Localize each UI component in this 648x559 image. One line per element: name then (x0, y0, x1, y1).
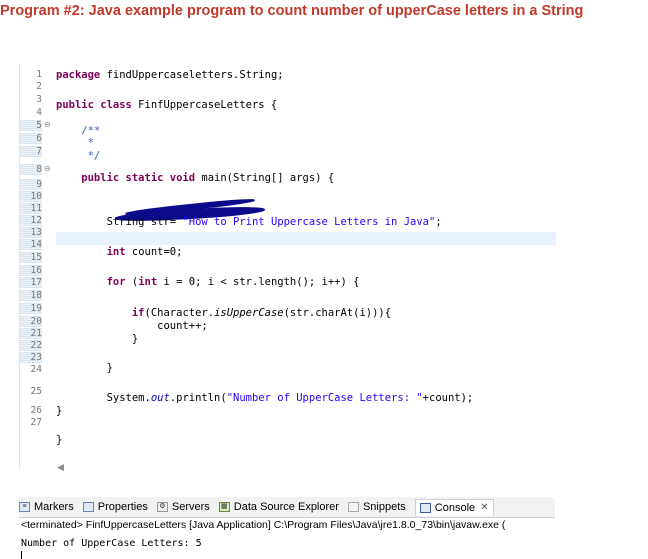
string-literal: "Number of UpperCase Letters: " (226, 392, 423, 404)
keyword: public class (56, 99, 132, 111)
code-line-1[interactable]: package findUppercaseletters.String; (56, 69, 284, 82)
code-line-18[interactable]: count++; (56, 320, 208, 333)
line-number: 16 (20, 265, 42, 276)
tab-snippets[interactable]: Snippets (347, 501, 406, 513)
line-number: 18 (20, 290, 42, 301)
code-line-6[interactable]: * (56, 137, 100, 150)
fold-collapse-icon[interactable]: ⊖ (44, 164, 51, 173)
servers-icon: ⚙ (156, 502, 168, 512)
code-line-3[interactable]: public class FinfUppercaseLetters { (56, 99, 277, 112)
line-number: 21 (20, 328, 42, 339)
code-line-19[interactable]: } (56, 333, 138, 346)
tab-console[interactable]: Console ✕ (414, 498, 494, 516)
line-number: 7 (20, 146, 42, 157)
code-text: count=0; (125, 246, 183, 258)
line-number: 19 (20, 303, 42, 314)
data-source-icon: ▦ (218, 502, 230, 512)
code-text: FinfUppercaseLetters { (131, 99, 278, 111)
line-number: 13 (20, 227, 42, 238)
code-text: findUppercaseletters.String; (100, 69, 284, 81)
method-name: isUpperCase (214, 307, 284, 319)
string-literal: "How to Print Uppercase Letters in Java" (182, 216, 436, 228)
markers-icon: ≡ (19, 502, 30, 512)
keyword: public static void (56, 172, 196, 184)
line-number: 1 (36, 69, 42, 80)
code-line-11[interactable]: String str= "How to Print Uppercase Lett… (56, 216, 442, 229)
tab-label: Markers (34, 501, 74, 513)
tab-data-source-explorer[interactable]: ▦ Data Source Explorer (218, 501, 339, 513)
code-text: ( (125, 276, 139, 288)
code-line-13[interactable]: int count=0; (56, 246, 183, 259)
line-number: 14 (20, 239, 42, 250)
code-text: .println( (169, 392, 227, 404)
keyword: int (138, 276, 158, 288)
tab-markers[interactable]: ≡ Markers (19, 501, 74, 513)
code-text: +count); (422, 392, 474, 404)
line-number: 2 (36, 81, 42, 92)
keyword: package (56, 69, 101, 81)
keyword: if (56, 307, 145, 319)
page-heading: Program #2: Java example program to coun… (0, 3, 584, 19)
close-icon[interactable]: ✕ (480, 502, 488, 513)
line-number-gutter: 1 2 3 4 5 ⊖ 6 7 8 ⊖ 9 10 11 12 13 14 15 16 17 18 19 20 21 22 23 2… (20, 64, 51, 459)
line-number: 9 (20, 179, 42, 190)
keyword: int (56, 246, 126, 258)
line-number: 8 (20, 164, 42, 175)
console-output: Number of UpperCase Letters: 5 (21, 538, 202, 549)
code-text: (Character. (144, 307, 215, 319)
fold-collapse-icon[interactable]: ⊖ (44, 120, 51, 129)
line-number: 4 (36, 107, 42, 118)
line-number: 6 (20, 133, 42, 144)
code-text: i = 0; i < str.length(); i++) { (157, 276, 360, 288)
text-cursor (21, 551, 22, 559)
line-number: 26 (30, 405, 42, 416)
code-line-21[interactable]: } (56, 362, 113, 375)
line-number: 17 (20, 277, 42, 288)
code-text: String str= (56, 216, 183, 228)
line-number: 5 (20, 120, 42, 131)
scroll-left-arrow-icon[interactable]: ◀ (57, 463, 64, 473)
tab-label: Console (434, 501, 476, 514)
code-line-15[interactable]: for (int i = 0; i < str.length(); i++) { (56, 276, 360, 289)
code-text: (str.charAt(i))){ (283, 307, 392, 319)
line-number: 10 (20, 191, 42, 202)
console-icon (419, 502, 431, 513)
panel-tab-bar: ≡ Markers Properties ⚙ Servers ▦ Data Sourc… (19, 497, 555, 518)
terminated-status: <terminated> FinfUppercaseLetters [Java … (21, 519, 506, 531)
code-line-24[interactable]: } (56, 405, 62, 418)
tab-label: Servers (171, 501, 210, 513)
code-editor[interactable]: 1 2 3 4 5 ⊖ 6 7 8 ⊖ 9 10 11 12 13 14 15 16 17 18 19 20 21 22 23 2… (19, 64, 556, 469)
line-number: 27 (30, 417, 42, 428)
line-number: 11 (20, 203, 42, 214)
keyword: for (56, 276, 126, 288)
code-text: ; (435, 216, 442, 228)
code-text: System. (56, 392, 151, 404)
line-number: 22 (20, 340, 42, 351)
code-line-26[interactable]: } (56, 434, 62, 447)
line-number: 25 (30, 386, 42, 397)
tab-servers[interactable]: ⚙ Servers (156, 501, 210, 513)
line-number: 12 (20, 215, 42, 226)
line-number: 15 (20, 252, 42, 263)
field-name: out (150, 392, 170, 404)
current-line-highlight (56, 232, 556, 245)
code-line-8[interactable]: public static void main(String[] args) { (56, 172, 334, 185)
tab-properties[interactable]: Properties (82, 501, 148, 513)
code-line-7[interactable]: */ (56, 150, 101, 163)
properties-icon (82, 502, 94, 512)
tab-label: Data Source Explorer (233, 501, 339, 513)
code-line-17[interactable]: if(Character.isUpperCase(str.charAt(i)))… (56, 307, 391, 320)
line-number: 3 (36, 94, 42, 105)
snippets-icon (347, 502, 359, 512)
code-text: main(String[] args) { (195, 172, 335, 184)
line-number: 23 (20, 352, 42, 363)
line-number: 24 (30, 364, 42, 375)
console-panel: ≡ Markers Properties ⚙ Servers ▦ Data Sourc… (19, 497, 555, 559)
code-line-23[interactable]: System.out.println("Number of UpperCase … (56, 392, 474, 405)
line-number: 20 (20, 316, 42, 327)
tab-label: Snippets (362, 501, 406, 513)
tab-label: Properties (97, 501, 148, 513)
